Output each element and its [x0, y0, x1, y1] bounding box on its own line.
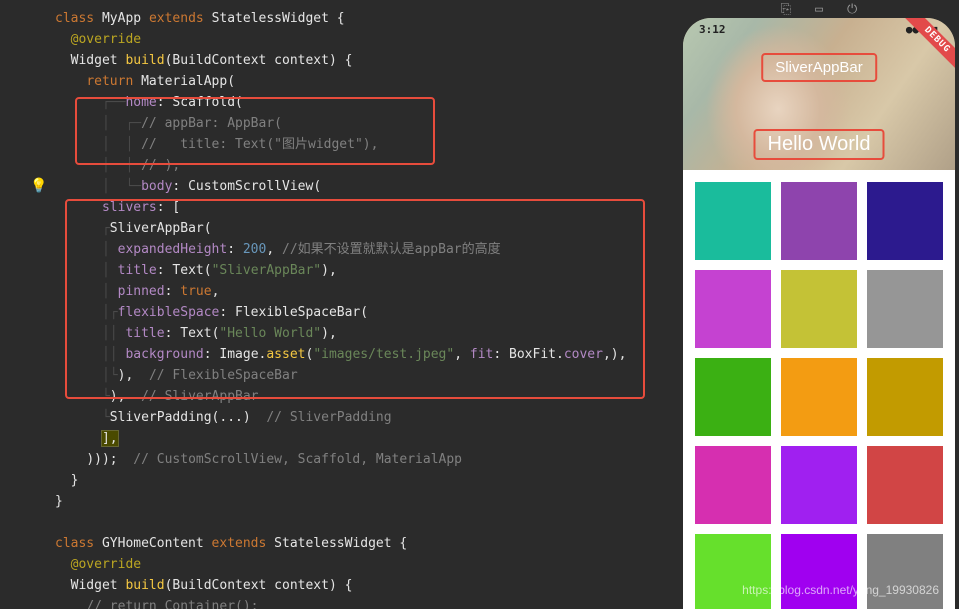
- code-line[interactable]: @override: [55, 29, 679, 50]
- code-line[interactable]: class GYHomeContent extends StatelessWid…: [55, 533, 679, 554]
- flexspace-title: Hello World: [754, 129, 885, 160]
- code-line[interactable]: │ │ // title: Text("图片widget"),: [55, 134, 679, 155]
- code-line[interactable]: }: [55, 470, 679, 491]
- grid-cell[interactable]: [781, 446, 857, 524]
- grid-cell[interactable]: [695, 182, 771, 260]
- grid-cell[interactable]: [695, 358, 771, 436]
- appbar-title: SliverAppBar: [761, 53, 877, 82]
- grid-cell[interactable]: [695, 446, 771, 524]
- grid-cell[interactable]: [867, 358, 943, 436]
- lightbulb-icon[interactable]: 💡: [30, 178, 47, 194]
- grid-cell[interactable]: [781, 358, 857, 436]
- watermark-text: https://blog.csdn.net/yong_19930826: [742, 583, 939, 597]
- code-line[interactable]: │ pinned: true,: [55, 281, 679, 302]
- code-line[interactable]: [55, 512, 679, 533]
- sliver-grid[interactable]: [683, 170, 955, 609]
- code-line[interactable]: │ title: Text("SliverAppBar"),: [55, 260, 679, 281]
- grid-cell[interactable]: [867, 182, 943, 260]
- code-line[interactable]: slivers: [: [55, 197, 679, 218]
- code-line[interactable]: │ ┌─// appBar: AppBar(: [55, 113, 679, 134]
- code-line[interactable]: ],: [55, 428, 679, 449]
- code-line[interactable]: │└), // FlexibleSpaceBar: [55, 365, 679, 386]
- simulator-toolbar[interactable]: ⎘ ▭ ⏻: [679, 0, 959, 18]
- device-frame: DEBUG 3:12 ●●● ▮ SliverAppBar Hello Worl…: [683, 18, 955, 609]
- code-line[interactable]: Widget build(BuildContext context) {: [55, 575, 679, 596]
- grid-cell[interactable]: [695, 270, 771, 348]
- code-line[interactable]: └), // SliverAppBar: [55, 386, 679, 407]
- code-editor[interactable]: 💡 class MyApp extends StatelessWidget { …: [0, 0, 679, 609]
- sliver-appbar: 3:12 ●●● ▮ SliverAppBar Hello World: [683, 18, 955, 170]
- grid-cell[interactable]: [867, 270, 943, 348]
- home-icon[interactable]: ▭: [815, 2, 823, 17]
- toggle-icon[interactable]: ⏻: [847, 2, 857, 17]
- code-line[interactable]: @override: [55, 554, 679, 575]
- code-line[interactable]: ┌──home: Scaffold(: [55, 92, 679, 113]
- code-area[interactable]: class MyApp extends StatelessWidget { @o…: [0, 8, 679, 609]
- grid-cell[interactable]: [781, 534, 857, 609]
- code-line[interactable]: │ │ // ),: [55, 155, 679, 176]
- editor-gutter: 💡: [0, 0, 50, 609]
- grid-cell[interactable]: [781, 182, 857, 260]
- grid-cell[interactable]: [867, 534, 943, 609]
- screenshot-icon[interactable]: ⎘: [781, 2, 791, 17]
- code-line[interactable]: ││ background: Image.asset("images/test.…: [55, 344, 679, 365]
- code-line[interactable]: ))); // CustomScrollView, Scaffold, Mate…: [55, 449, 679, 470]
- code-line[interactable]: ┌SliverAppBar(: [55, 218, 679, 239]
- grid-cell[interactable]: [695, 534, 771, 609]
- code-line[interactable]: Widget build(BuildContext context) {: [55, 50, 679, 71]
- code-line[interactable]: │ └─body: CustomScrollView(: [55, 176, 679, 197]
- code-line[interactable]: return MaterialApp(: [55, 71, 679, 92]
- grid-cell[interactable]: [867, 446, 943, 524]
- code-line[interactable]: └SliverPadding(...) // SliverPadding: [55, 407, 679, 428]
- code-line[interactable]: ││ title: Text("Hello World"),: [55, 323, 679, 344]
- code-line[interactable]: │ expandedHeight: 200, //如果不设置就默认是appBar…: [55, 239, 679, 260]
- code-line[interactable]: }: [55, 491, 679, 512]
- grid-cell[interactable]: [781, 270, 857, 348]
- code-line[interactable]: // return Container();: [55, 596, 679, 609]
- code-line[interactable]: │┌flexibleSpace: FlexibleSpaceBar(: [55, 302, 679, 323]
- code-line[interactable]: class MyApp extends StatelessWidget {: [55, 8, 679, 29]
- status-time: 3:12: [699, 23, 726, 36]
- simulator-pane: ⎘ ▭ ⏻ DEBUG 3:12 ●●● ▮ SliverAppBar Hell…: [679, 0, 959, 609]
